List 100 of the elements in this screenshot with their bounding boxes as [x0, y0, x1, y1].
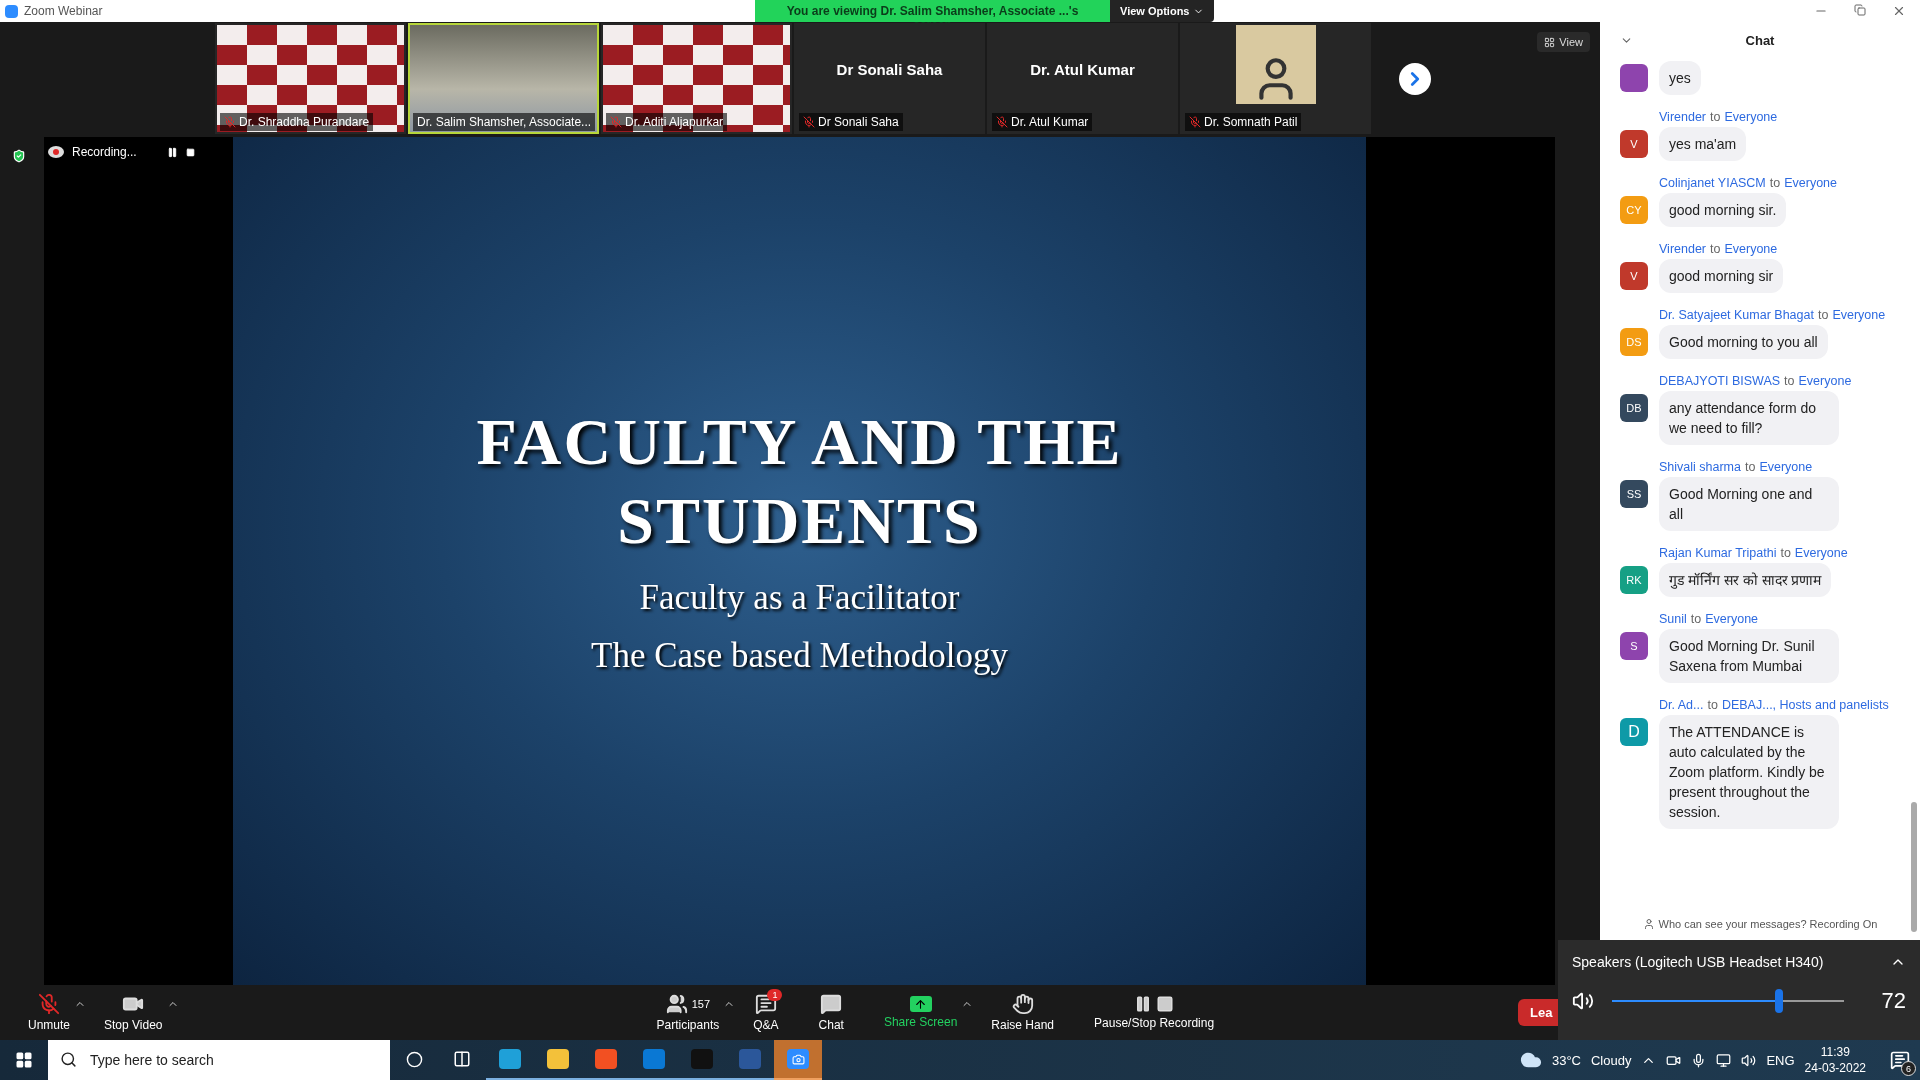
recipient-name: Everyone	[1794, 546, 1848, 560]
notification-icon[interactable]	[1890, 1050, 1910, 1070]
to-label: to	[1769, 176, 1781, 190]
slide-title: FACULTY AND THE STUDENTS	[475, 404, 1124, 560]
notification-badge: 1	[767, 989, 783, 1001]
sender-name: Colinjanet YIASCM	[1659, 176, 1766, 190]
sender-name: Sunil	[1659, 612, 1687, 626]
to-label: to	[1710, 242, 1721, 256]
search-field[interactable]: Type here to search	[48, 1040, 390, 1080]
sender-name: Rajan Kumar Tripathi	[1659, 546, 1777, 560]
message-bubble: yes ma'am	[1659, 127, 1747, 161]
toolbar-button[interactable]: Chat	[818, 993, 844, 1032]
recipient-name: Everyone	[1705, 612, 1759, 626]
participant-count: 157	[691, 998, 711, 1010]
chat-privacy-note: Who can see your messages? Recording On	[1658, 918, 1878, 930]
participant-name: Dr. Atul Kumar	[1030, 61, 1135, 78]
shield-icon	[12, 149, 26, 163]
toolbar-button[interactable]: Pause/Stop Recording	[1094, 995, 1215, 1030]
avatar: DS	[1620, 328, 1648, 356]
sender-name: Virender	[1659, 110, 1707, 124]
message-bubble: The ATTENDANCE is auto calculated by the Zoom platform. Kindly be present throughout the session.	[1659, 715, 1839, 829]
sender-name: Dr. Ad...	[1659, 698, 1704, 712]
window-title: Zoom Webinar	[24, 4, 103, 18]
microphone-icon[interactable]	[1691, 1052, 1707, 1068]
next-page-button[interactable]	[1399, 62, 1431, 95]
network-icon[interactable]	[1716, 1052, 1732, 1068]
recipient-name: DEBAJ..., Hosts and panelists	[1721, 698, 1889, 712]
message-bubble: Good morning to you all	[1659, 325, 1828, 359]
avatar: CY	[1620, 196, 1648, 224]
hand-icon	[1011, 993, 1034, 1015]
people-icon	[665, 993, 688, 1015]
clock[interactable]: 11:39 24-03-2022	[1804, 1044, 1866, 1076]
name-tag: Dr. Shraddha Purandare	[220, 113, 374, 131]
stop-icon[interactable]	[185, 147, 195, 157]
name-tag: Dr Sonali Saha	[799, 113, 903, 131]
recipient-name: Everyone	[1724, 242, 1778, 256]
recipient-name: Everyone	[1724, 110, 1778, 124]
slide-subtitle: Faculty as a Facilitator	[639, 578, 960, 619]
toolbar-button[interactable]: Raise Hand	[991, 993, 1055, 1032]
name-tag: Dr. Aditi Aljapurkar	[606, 113, 728, 131]
to-label: to	[1745, 460, 1756, 474]
message-bubble: good morning sir.	[1659, 193, 1787, 227]
message-bubble: any attendance form do we need to fill?	[1659, 391, 1839, 445]
speech-bubble-icon	[820, 993, 843, 1015]
notification-count: 6	[1901, 1061, 1916, 1076]
slider-thumb[interactable]	[1775, 989, 1784, 1013]
recipient-name: Everyone	[1759, 460, 1813, 474]
avatar: D	[1620, 718, 1648, 746]
pause-icon[interactable]	[166, 146, 178, 158]
speaker-icon[interactable]	[1741, 1052, 1757, 1068]
to-label: to	[1780, 546, 1791, 560]
recipient-name: Everyone	[1798, 374, 1852, 388]
name-tag: Dr. Salim Shamsher, Associate...	[413, 113, 596, 131]
sender-name: Virender	[1659, 242, 1707, 256]
to-label: to	[1690, 612, 1702, 626]
toolbar-button[interactable]: 157 Participants	[656, 993, 720, 1032]
scrollbar[interactable]	[1911, 802, 1917, 932]
slide-subtitle: The Case based Methodology	[591, 636, 1008, 677]
pause-stop-icon	[1134, 995, 1175, 1013]
audio-device-name: Speakers (Logitech USB Headset H340)	[1572, 954, 1824, 970]
avatar: V	[1620, 262, 1648, 290]
message-bubble: good morning sir	[1659, 259, 1784, 293]
avatar: DB	[1620, 394, 1648, 422]
chat-title: Chat	[1745, 32, 1775, 48]
volume-reading: 72	[1881, 988, 1906, 1014]
participant-tile[interactable]: Dr. Atul Kumar Dr. Atul Kumar	[987, 23, 1178, 134]
screen-share-banner: You are viewing Dr. Salim Shamsher, Associate ...'s	[755, 0, 1110, 22]
avatar: V	[1620, 130, 1648, 158]
participant-tile[interactable]: Dr. Somnath Patil	[1180, 23, 1371, 134]
weather-condition: Cloudy	[1590, 1052, 1632, 1068]
recipient-name: Everyone	[1784, 176, 1837, 190]
participant-tile[interactable]: Dr. Aditi Aljapurkar	[601, 23, 792, 134]
to-label: to	[1784, 374, 1795, 388]
sender-name: Shivali sharma	[1659, 460, 1741, 474]
view-button[interactable]: View	[1537, 32, 1590, 52]
view-options-button[interactable]: View Options	[1110, 0, 1215, 22]
search-icon	[60, 1051, 77, 1068]
avatar: S	[1620, 632, 1648, 660]
to-label: to	[1817, 308, 1829, 322]
app-logo-icon	[5, 4, 18, 18]
windows-logo-icon	[15, 1051, 33, 1069]
restore-icon[interactable]	[1854, 4, 1866, 16]
message-bubble: Good Morning Dr. Sunil Saxena from Mumbai	[1659, 629, 1839, 683]
temperature: 33°C	[1551, 1052, 1581, 1068]
speaker-icon[interactable]	[1572, 990, 1594, 1012]
share-screen-button[interactable]: Share Screen	[883, 996, 958, 1029]
participant-tile[interactable]: Dr. Shraddha Purandare	[215, 23, 406, 134]
message-bubble: गुड मॉर्निंग सर को सादर प्रणाम	[1659, 563, 1832, 597]
sender-name: Dr. Satyajeet Kumar Bhagat	[1659, 308, 1814, 322]
person-icon	[1642, 918, 1655, 930]
close-icon[interactable]	[1892, 4, 1906, 18]
avatar: RK	[1620, 566, 1648, 594]
participant-tile[interactable]: Dr Sonali Saha Dr Sonali Saha	[794, 23, 985, 134]
to-label: to	[1710, 110, 1721, 124]
participant-tile[interactable]: Dr. Salim Shamsher, Associate...	[408, 23, 599, 134]
toolbar-button[interactable]: Unmute	[28, 993, 71, 1032]
toolbar-button[interactable]: Stop Video	[104, 993, 163, 1032]
language-indicator[interactable]: ENG	[1766, 1052, 1795, 1068]
name-tag: Dr. Somnath Patil	[1185, 113, 1302, 131]
message-bubble: yes	[1659, 61, 1701, 95]
